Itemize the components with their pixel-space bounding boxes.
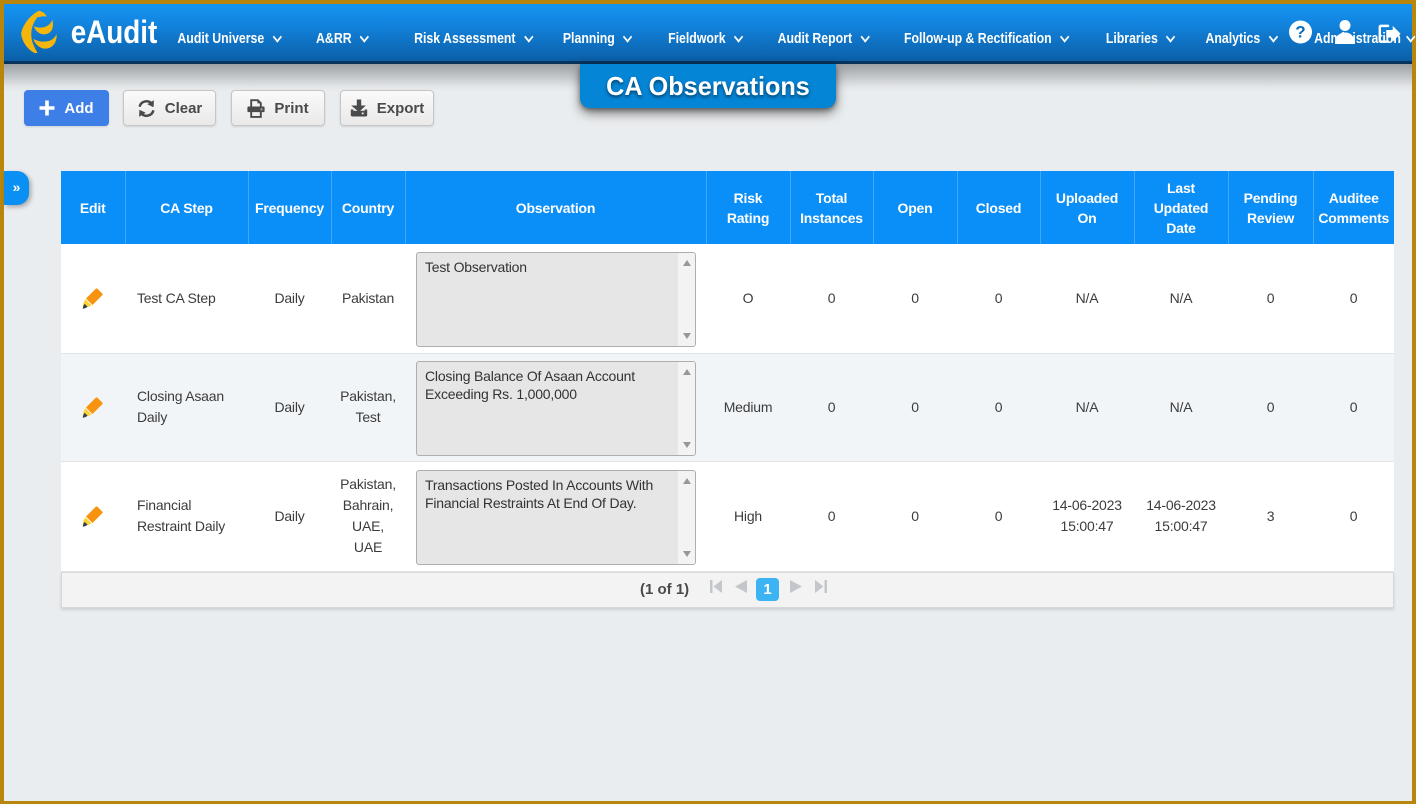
svg-text:?: ?	[1295, 23, 1305, 42]
